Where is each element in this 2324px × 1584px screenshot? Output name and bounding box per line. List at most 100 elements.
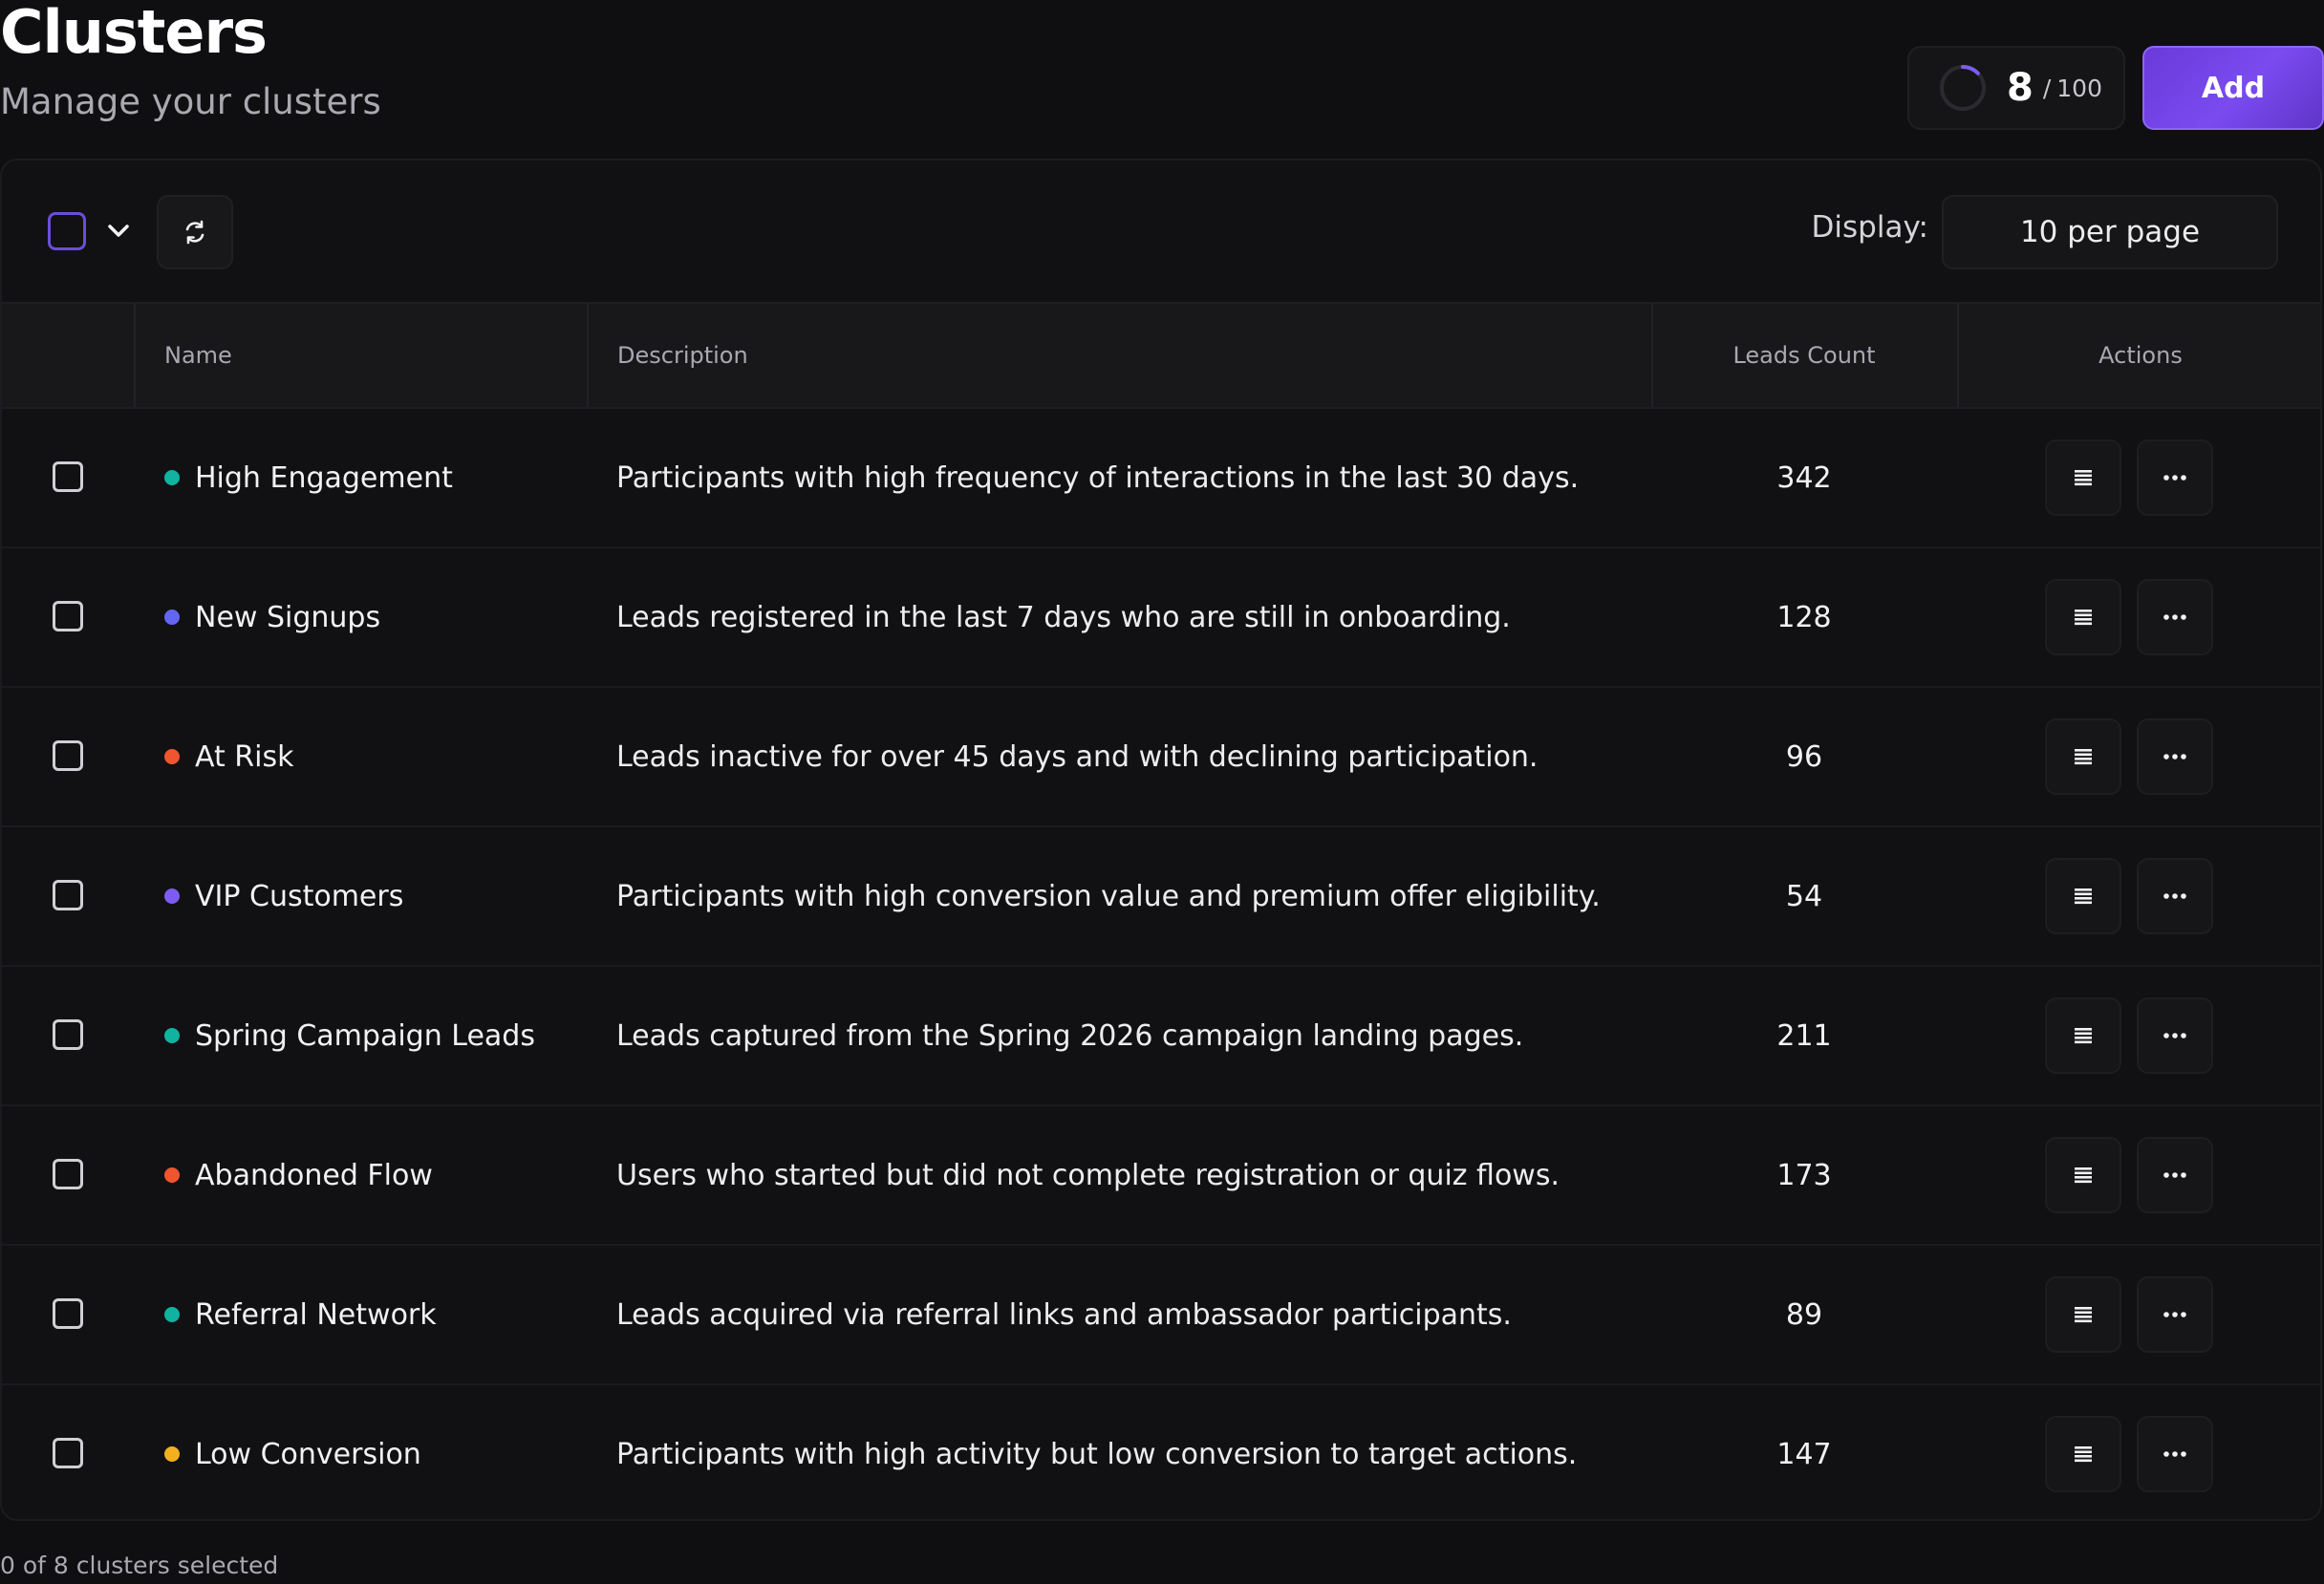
display-label: Display: <box>1811 210 1928 245</box>
table-row[interactable]: Low Conversion Participants with high act… <box>2 1385 2320 1519</box>
table-header: Name Description Leads Count Actions <box>2 302 2320 409</box>
more-actions-button[interactable] <box>2137 858 2213 934</box>
more-actions-button[interactable] <box>2137 579 2213 655</box>
more-horizontal-icon <box>2163 614 2186 620</box>
more-actions-button[interactable] <box>2137 997 2213 1074</box>
leads-count: 147 <box>1776 1437 1832 1471</box>
row-checkbox[interactable] <box>53 1019 83 1050</box>
list-icon <box>2075 888 2092 905</box>
cluster-name[interactable]: New Signups <box>195 548 380 686</box>
cluster-name[interactable]: Referral Network <box>195 1246 437 1383</box>
cluster-name[interactable]: At Risk <box>195 688 293 825</box>
cluster-description: Leads acquired via referral links and am… <box>616 1297 1512 1332</box>
table-row[interactable]: High Engagement Participants with high fr… <box>2 409 2320 548</box>
table-body: High Engagement Participants with high fr… <box>2 409 2320 1519</box>
more-actions-button[interactable] <box>2137 1276 2213 1353</box>
list-icon <box>2075 470 2092 486</box>
more-horizontal-icon <box>2163 754 2186 760</box>
more-horizontal-icon <box>2163 893 2186 899</box>
more-horizontal-icon <box>2163 475 2186 481</box>
cluster-quota: 8 / 100 <box>1907 46 2125 130</box>
cluster-color-dot <box>164 1028 180 1043</box>
selection-status: 0 of 8 clusters selected <box>0 1552 279 1579</box>
cluster-description: Participants with high conversion value … <box>616 879 1601 913</box>
page-subtitle: Manage your clusters <box>0 81 381 122</box>
cluster-color-dot <box>164 610 180 625</box>
view-details-button[interactable] <box>2045 1276 2121 1353</box>
column-header-name[interactable]: Name <box>164 304 232 407</box>
cluster-name[interactable]: Spring Campaign Leads <box>195 967 535 1104</box>
list-icon <box>2075 1167 2092 1184</box>
list-icon <box>2075 610 2092 626</box>
leads-count: 128 <box>1776 600 1832 634</box>
cluster-name[interactable]: High Engagement <box>195 409 453 546</box>
row-checkbox[interactable] <box>53 1298 83 1329</box>
cluster-color-dot <box>164 1307 180 1322</box>
column-header-leads-count[interactable]: Leads Count <box>1651 304 1957 407</box>
more-horizontal-icon <box>2163 1451 2186 1457</box>
row-checkbox[interactable] <box>53 601 83 631</box>
leads-count: 211 <box>1776 1018 1832 1053</box>
cluster-color-dot <box>164 1167 180 1183</box>
more-horizontal-icon <box>2163 1312 2186 1317</box>
quota-total: 100 <box>2056 74 2102 102</box>
cluster-color-dot <box>164 888 180 904</box>
cluster-description: Participants with high frequency of inte… <box>616 460 1580 495</box>
select-all-checkbox[interactable] <box>48 212 86 250</box>
row-checkbox[interactable] <box>53 740 83 771</box>
table-row[interactable]: VIP Customers Participants with high conv… <box>2 827 2320 967</box>
row-checkbox[interactable] <box>53 1159 83 1189</box>
more-horizontal-icon <box>2163 1033 2186 1038</box>
view-details-button[interactable] <box>2045 718 2121 795</box>
row-checkbox[interactable] <box>53 1438 83 1468</box>
more-horizontal-icon <box>2163 1172 2186 1178</box>
cluster-description: Leads captured from the Spring 2026 camp… <box>616 1018 1524 1053</box>
table-row[interactable]: New Signups Leads registered in the last … <box>2 548 2320 688</box>
list-icon <box>2075 1028 2092 1044</box>
quota-used: 8 <box>2007 66 2034 110</box>
cluster-name[interactable]: VIP Customers <box>195 827 403 965</box>
more-actions-button[interactable] <box>2137 718 2213 795</box>
row-checkbox[interactable] <box>53 461 83 492</box>
leads-count: 54 <box>1785 879 1823 913</box>
cluster-name[interactable]: Abandoned Flow <box>195 1106 433 1244</box>
add-cluster-button[interactable]: Add <box>2142 46 2324 130</box>
cluster-description: Users who started but did not complete r… <box>616 1158 1560 1192</box>
refresh-button[interactable] <box>157 195 233 269</box>
table-row[interactable]: Spring Campaign Leads Leads captured from… <box>2 967 2320 1106</box>
more-actions-button[interactable] <box>2137 439 2213 516</box>
leads-count: 96 <box>1785 739 1823 774</box>
cluster-description: Leads inactive for over 45 days and with… <box>616 739 1539 774</box>
more-actions-button[interactable] <box>2137 1416 2213 1492</box>
quota-progress-ring <box>1940 65 1986 111</box>
cluster-name[interactable]: Low Conversion <box>195 1385 421 1519</box>
refresh-icon <box>185 220 204 245</box>
list-icon <box>2075 1307 2092 1323</box>
list-icon <box>2075 749 2092 765</box>
column-divider <box>134 304 136 407</box>
clusters-table-panel: Display: 10 per page Name Description Le… <box>0 159 2322 1521</box>
quota-separator: / <box>2042 74 2052 102</box>
table-row[interactable]: Referral Network Leads acquired via refer… <box>2 1246 2320 1385</box>
view-details-button[interactable] <box>2045 997 2121 1074</box>
view-details-button[interactable] <box>2045 1416 2121 1492</box>
leads-count: 342 <box>1776 460 1832 495</box>
per-page-select[interactable]: 10 per page <box>1942 195 2278 269</box>
more-actions-button[interactable] <box>2137 1137 2213 1213</box>
cluster-color-dot <box>164 749 180 764</box>
view-details-button[interactable] <box>2045 439 2121 516</box>
row-checkbox[interactable] <box>53 880 83 910</box>
chevron-down-icon[interactable] <box>101 214 136 248</box>
view-details-button[interactable] <box>2045 1137 2121 1213</box>
cluster-description: Participants with high activity but low … <box>616 1437 1578 1471</box>
column-header-description[interactable]: Description <box>617 304 748 407</box>
cluster-color-dot <box>164 1446 180 1462</box>
view-details-button[interactable] <box>2045 579 2121 655</box>
table-row[interactable]: At Risk Leads inactive for over 45 days a… <box>2 688 2320 827</box>
column-header-actions: Actions <box>2098 342 2183 369</box>
cluster-description: Leads registered in the last 7 days who … <box>616 600 1511 634</box>
page-title: Clusters <box>0 0 268 67</box>
leads-count: 89 <box>1785 1297 1823 1332</box>
table-row[interactable]: Abandoned Flow Users who started but did … <box>2 1106 2320 1246</box>
view-details-button[interactable] <box>2045 858 2121 934</box>
